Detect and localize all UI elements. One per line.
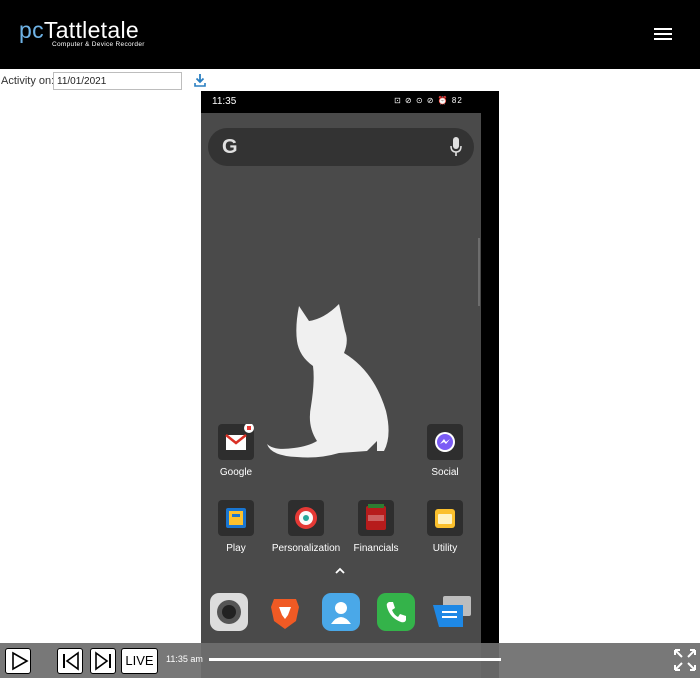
hamburger-menu-icon[interactable]: [654, 26, 674, 42]
skip-back-icon: [63, 651, 79, 671]
play-button[interactable]: [5, 648, 31, 674]
device-screenshot: 11:35 ⊡ ⊘ ⊙ ⊘ ⏰ 82 G Google Social Play …: [201, 91, 499, 678]
files-folder-icon: [427, 500, 463, 536]
app-label-play: Play: [226, 543, 246, 554]
download-icon[interactable]: [194, 73, 206, 87]
skip-forward-icon: [95, 651, 111, 671]
app-folder-utility[interactable]: Utility: [410, 500, 480, 554]
cat-wallpaper-image: [267, 304, 389, 458]
chevron-up-icon[interactable]: [334, 567, 346, 575]
google-search-bar[interactable]: G: [208, 128, 474, 166]
brave-browser-icon[interactable]: [266, 593, 304, 631]
progress-fill: [209, 658, 501, 661]
activity-label: Activity on:: [1, 75, 55, 87]
app-header: pcTattletale Computer & Device Recorder: [0, 0, 700, 69]
messenger-icon: [427, 424, 463, 460]
play-icon: [12, 651, 29, 671]
google-logo-icon: G: [222, 136, 238, 158]
fullscreen-icon[interactable]: [673, 648, 697, 672]
app-label-social: Social: [431, 467, 459, 478]
gmail-icon: [218, 423, 254, 460]
phone-icon[interactable]: [377, 593, 415, 631]
live-button[interactable]: LIVE: [121, 648, 158, 674]
logo-tagline: Computer & Device Recorder: [52, 41, 145, 48]
themes-icon: [288, 500, 324, 536]
app-folder-financials[interactable]: Financials: [341, 500, 411, 554]
pctattletale-logo[interactable]: pcTattletale Computer & Device Recorder: [19, 17, 144, 48]
microphone-icon[interactable]: [449, 136, 463, 158]
contacts-icon[interactable]: [322, 593, 360, 631]
logo-text: pcTattletale: [19, 17, 139, 43]
app-folder-social[interactable]: Social: [410, 424, 480, 478]
app-label-utility: Utility: [432, 543, 458, 554]
app-folder-play[interactable]: Play: [201, 500, 271, 554]
status-time: 11:35: [212, 96, 237, 107]
status-icons: ⊡ ⊘ ⊙ ⊘ ⏰ 82: [394, 96, 463, 105]
app-folder-google[interactable]: Google: [201, 423, 271, 478]
messages-icon[interactable]: [433, 593, 471, 631]
camera-icon[interactable]: [210, 593, 248, 631]
activity-date-input[interactable]: [53, 72, 182, 90]
playback-control-bar: LIVE 11:35 am: [0, 643, 700, 678]
app-folder-personalization[interactable]: Personalization: [271, 500, 341, 554]
playback-time: 11:35 am: [166, 654, 203, 664]
app-label-google: Google: [219, 467, 253, 478]
play-books-icon: [218, 500, 254, 536]
phone-screen: 11:35 ⊡ ⊘ ⊙ ⊘ ⏰ 82 G Google Social Play …: [201, 91, 481, 678]
previous-button[interactable]: [57, 648, 83, 674]
playback-progress-bar[interactable]: [209, 658, 501, 661]
next-button[interactable]: [90, 648, 116, 674]
app-label-personalization: Personalization: [271, 543, 341, 554]
bpi-bank-icon: [358, 500, 394, 536]
logo-prefix: pc: [19, 17, 44, 43]
app-label-financials: Financials: [353, 543, 399, 554]
scroll-indicator: [478, 238, 480, 306]
status-bar: 11:35 ⊡ ⊘ ⊙ ⊘ ⏰ 82: [201, 91, 481, 113]
logo-name: Tattletale: [43, 17, 139, 43]
